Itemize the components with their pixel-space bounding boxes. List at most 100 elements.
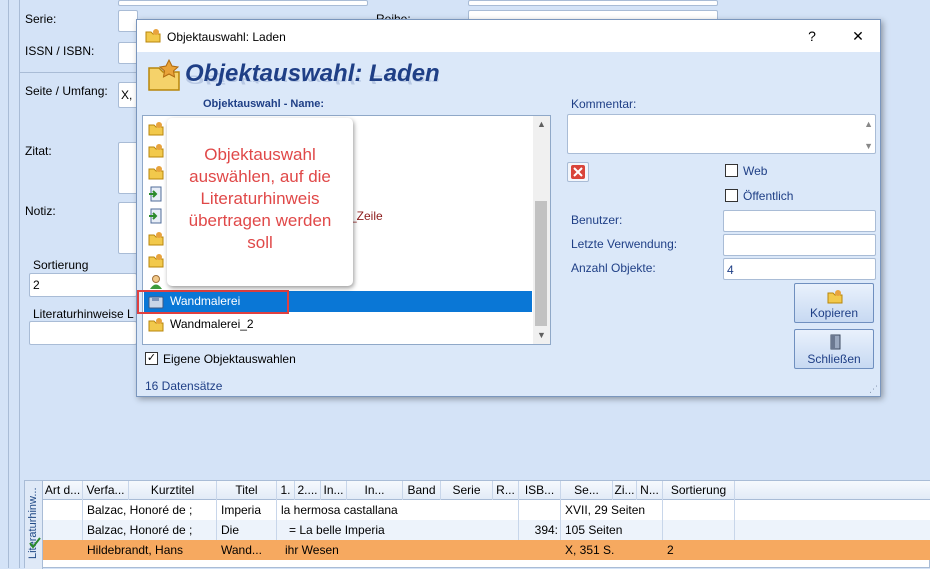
table-cell: Balzac, Honoré de ; [83, 500, 217, 520]
table-row[interactable]: Balzac, Honoré de ; Die = La belle Imper… [43, 520, 930, 540]
kopieren-button[interactable]: Kopieren [794, 283, 874, 323]
sortierung-field[interactable]: 2 [29, 273, 137, 297]
col-header[interactable]: N... [637, 481, 663, 501]
list-scrollbar[interactable]: ▲ ▼ [533, 116, 550, 344]
dialog-title: Objektauswahl: Laden [167, 30, 286, 44]
col-header[interactable]: In... [321, 481, 347, 501]
table-cell: = La belle Imperia [277, 520, 519, 540]
table-cell: Die [217, 520, 277, 540]
col-header[interactable]: R... [493, 481, 519, 501]
scroll-down-icon[interactable]: ▼ [864, 141, 873, 151]
letzte-verwendung-label: Letzte Verwendung: [571, 237, 678, 251]
seite-field[interactable]: X, 3 [118, 82, 138, 108]
table-cell: 2 [663, 540, 735, 560]
annotation-highlight-box [137, 290, 289, 314]
table-cell: Hildebrandt, Hans [83, 540, 217, 560]
list-item-label: Wandmalerei_2 [170, 317, 254, 331]
col-header[interactable]: Titel [217, 481, 277, 501]
table-cell [43, 500, 83, 520]
folder-star-icon [148, 318, 164, 332]
table-cell [43, 540, 83, 560]
benutzer-label: Benutzer: [571, 213, 623, 227]
oeffentlich-label: Öffentlich [743, 189, 794, 203]
notiz-field[interactable] [118, 202, 138, 254]
col-header[interactable]: ISB... [519, 481, 561, 501]
schliessen-label: Schließen [807, 352, 861, 366]
table-row-selected[interactable]: Hildebrandt, Hans Wand... ihr Wesen X, 3… [43, 540, 930, 560]
folder-star-icon [148, 254, 164, 268]
doc-arrow-icon [149, 186, 162, 202]
tooltip-line: übertragen werden [188, 211, 332, 230]
section-divider [20, 72, 140, 73]
serie-field[interactable] [118, 10, 138, 32]
table-cell: la hermosa castallana [277, 500, 519, 520]
col-header[interactable]: 1. [277, 481, 295, 501]
left-panel-strip [0, 0, 20, 568]
scroll-up-icon[interactable]: ▲ [864, 119, 873, 129]
benutzer-field[interactable] [723, 210, 876, 232]
col-header[interactable]: Zi... [613, 481, 637, 501]
web-checkbox[interactable] [725, 164, 738, 177]
table-cell: 394: [519, 520, 561, 540]
help-button[interactable]: ? [797, 26, 827, 46]
top-field-2[interactable] [468, 0, 718, 6]
table-cell: Balzac, Honoré de ; [83, 520, 217, 540]
table-cell [663, 500, 735, 520]
table-row[interactable]: Balzac, Honoré de ; Imperia la hermosa c… [43, 500, 930, 520]
col-header[interactable]: Verfa... [83, 481, 129, 501]
letzte-verwendung-field[interactable] [723, 234, 876, 256]
eigene-checkbox[interactable]: ✓ [145, 352, 158, 365]
table-cell: ihr Wesen [277, 540, 519, 560]
table-cell: Wand... [217, 540, 277, 560]
folder-star-icon [148, 144, 164, 158]
scroll-down-icon[interactable]: ▼ [533, 327, 550, 344]
table-cell: X, 351 S. [561, 540, 663, 560]
resize-grip-icon[interactable]: ⋰ [869, 384, 878, 395]
folder-star-icon [145, 29, 161, 43]
col-header[interactable]: 2.... [295, 481, 321, 501]
table-cell [519, 540, 561, 560]
top-field-1[interactable] [118, 0, 368, 6]
table-cell [663, 520, 735, 540]
serie-label: Serie: [25, 12, 57, 26]
objektauswahl-dialog: Objektauswahl: Laden ? ✕ Objektauswahl: … [136, 19, 881, 397]
issn-field[interactable] [118, 42, 138, 64]
delete-button[interactable] [567, 162, 589, 182]
issn-label: ISSN / ISBN: [25, 44, 95, 58]
check-icon [29, 537, 41, 549]
col-header[interactable]: Kurztitel [129, 481, 217, 501]
col-header[interactable]: Serie [441, 481, 493, 501]
table-cell [43, 520, 83, 540]
kopieren-label: Kopieren [809, 306, 859, 320]
zitat-label: Zitat: [25, 144, 52, 158]
folder-star-icon [827, 290, 843, 304]
col-header[interactable]: Band [403, 481, 441, 501]
literaturhinweise-field[interactable] [29, 321, 137, 345]
folder-star-large-icon [148, 58, 180, 91]
tooltip-line: Literaturhinweis [200, 189, 320, 208]
table-cell: XVII, 29 Seiten [561, 500, 663, 520]
sortierung-label: Sortierung [33, 258, 89, 272]
kommentar-label: Kommentar: [571, 97, 637, 111]
anzahl-objekte-field[interactable]: 4 [723, 258, 876, 280]
scroll-up-icon[interactable]: ▲ [533, 116, 550, 133]
dialog-titlebar[interactable]: Objektauswahl: Laden ? ✕ [137, 20, 880, 52]
literaturhinweise-grid[interactable]: Literaturhinw... Art d... Verfa... Kurzt… [24, 480, 930, 569]
tooltip-line: soll [247, 233, 273, 252]
left-divider [8, 0, 9, 568]
table-cell: 105 Seiten [561, 520, 663, 540]
zitat-field[interactable] [118, 142, 138, 194]
col-header[interactable]: Se... [561, 481, 613, 501]
kommentar-field[interactable]: ▲ ▼ [567, 114, 876, 154]
oeffentlich-checkbox[interactable] [725, 189, 738, 202]
col-header[interactable]: Sortierung [663, 481, 735, 501]
literaturhinweise-label: Literaturhinweise L [33, 307, 134, 321]
notiz-label: Notiz: [25, 204, 56, 218]
schliessen-button[interactable]: Schließen [794, 329, 874, 369]
col-header[interactable]: In... [347, 481, 403, 501]
close-button[interactable]: ✕ [843, 26, 873, 46]
col-header[interactable]: Art d... [43, 481, 83, 501]
list-item[interactable]: Wandmalerei_2 [144, 313, 532, 335]
web-label: Web [743, 164, 768, 178]
scroll-thumb[interactable] [535, 201, 547, 326]
